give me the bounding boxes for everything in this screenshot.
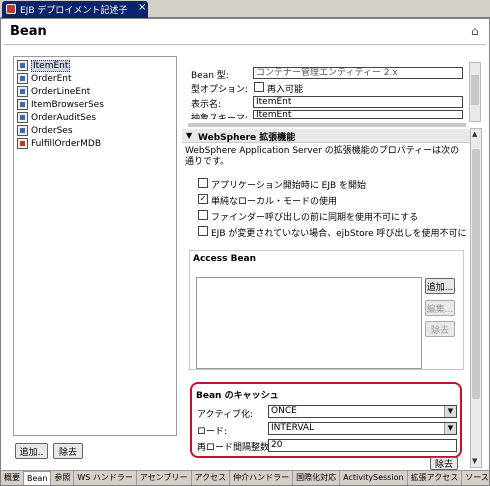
- disable-sync-label: ファインダー呼び出しの前に同期を使用不可にする: [211, 213, 419, 223]
- tab-source[interactable]: ソース: [462, 471, 490, 485]
- tab-activity-session[interactable]: ActivitySession: [340, 471, 408, 485]
- access-bean-list[interactable]: [196, 277, 422, 369]
- list-item[interactable]: OrderEnt: [17, 72, 72, 85]
- page-title: Bean: [10, 24, 47, 39]
- activate-label: アクティブ化:: [197, 410, 254, 420]
- load-select[interactable]: INTERVAL ▼: [268, 422, 457, 435]
- scroll-thumb[interactable]: [471, 75, 479, 105]
- websphere-section-header[interactable]: ▼ WebSphere 拡張機能: [182, 129, 470, 143]
- type-option-label: 型オプション:: [191, 85, 249, 95]
- session-bean-icon: [17, 125, 28, 136]
- activate-select[interactable]: ONCE ▼: [268, 405, 457, 418]
- list-item[interactable]: OrderSes: [17, 124, 73, 137]
- access-bean-title: Access Bean: [193, 254, 257, 264]
- reentrant-label: 再入可能: [267, 85, 304, 95]
- collapse-triangle-icon[interactable]: ▼: [186, 131, 192, 140]
- session-bean-icon: [17, 99, 28, 110]
- tab-internationalization[interactable]: 国際化対応: [293, 471, 341, 485]
- add-access-bean-button[interactable]: 追加...: [425, 278, 455, 294]
- tab-access[interactable]: アクセス: [192, 471, 231, 485]
- reload-interval-label: 再ロード間隔整数:: [197, 443, 273, 453]
- close-icon[interactable]: ×: [138, 2, 146, 13]
- editor-tab[interactable]: EJB デプロイメント記述子 ×: [2, 1, 148, 18]
- tab-bean[interactable]: Bean: [24, 471, 52, 485]
- entity-bean-icon: [17, 60, 28, 71]
- start-ejb-checkbox[interactable]: [198, 178, 208, 188]
- scroll-up-icon[interactable]: ▲: [472, 130, 477, 138]
- bean-list[interactable]: ItemEnt OrderEnt OrderLineEnt ItemBrowse…: [13, 56, 177, 436]
- reentrant-checkbox[interactable]: [254, 82, 264, 92]
- local-mode-checkbox[interactable]: ✓: [198, 194, 208, 204]
- details-scrollbar[interactable]: ▲ ▼: [470, 128, 482, 468]
- add-bean-button[interactable]: 追加..: [15, 443, 48, 459]
- list-item[interactable]: ItemEnt: [17, 59, 71, 72]
- bean-cache-title: Bean のキャッシュ: [196, 391, 279, 401]
- chevron-down-icon[interactable]: ▼: [444, 406, 456, 417]
- edit-access-bean-button[interactable]: 編集...: [425, 300, 455, 316]
- start-ejb-label: アプリケーション開始時に EJB を開始: [211, 181, 367, 191]
- tab-mediation-handler[interactable]: 仲介ハンドラー: [230, 471, 294, 485]
- list-item[interactable]: OrderLineEnt: [17, 85, 90, 98]
- tab-extended-access[interactable]: 拡張アクセス: [408, 471, 463, 485]
- tab-references[interactable]: 参照: [51, 471, 75, 485]
- home-icon[interactable]: ⌂: [471, 24, 485, 38]
- entity-bean-icon: [17, 86, 28, 97]
- scroll-down-icon[interactable]: ▼: [472, 457, 477, 465]
- disable-ejbstore-checkbox[interactable]: [198, 226, 208, 236]
- disable-sync-checkbox[interactable]: [198, 210, 208, 220]
- editor-tab-label: EJB デプロイメント記述子: [20, 6, 128, 16]
- remove-cache-button[interactable]: 除去: [430, 457, 458, 470]
- scroll-thumb[interactable]: [472, 149, 480, 399]
- ejb-editor-icon: [6, 4, 16, 14]
- display-name-field[interactable]: ItemEnt: [253, 96, 463, 108]
- reload-interval-field[interactable]: 20: [268, 439, 457, 452]
- tab-ws-handler[interactable]: WS ハンドラー: [74, 471, 137, 485]
- local-mode-label: 単純なローカル・モードの使用: [211, 197, 338, 207]
- session-bean-icon: [17, 112, 28, 123]
- tab-assembly[interactable]: アセンブリー: [137, 471, 192, 485]
- bean-type-field: コンテナー管理エンティティー 2.x: [253, 67, 463, 79]
- bean-type-label: Bean 型:: [191, 71, 229, 81]
- sash-divider[interactable]: [188, 123, 466, 127]
- list-item[interactable]: FulfillOrderMDB: [17, 137, 101, 150]
- page-tabs: 概要 Bean 参照 WS ハンドラー アセンブリー アクセス 仲介ハンドラー …: [1, 470, 489, 485]
- chevron-down-icon[interactable]: ▼: [444, 423, 456, 434]
- list-item[interactable]: OrderAuditSes: [17, 111, 96, 124]
- tab-overview[interactable]: 概要: [1, 471, 24, 485]
- list-item[interactable]: ItemBrowserSes: [17, 98, 104, 111]
- title-divider: [4, 44, 486, 45]
- load-label: ロード:: [197, 427, 228, 437]
- websphere-description: WebSphere Application Server の拡張機能のプロパティ…: [185, 146, 460, 167]
- message-bean-icon: [17, 138, 28, 149]
- abstract-schema-field[interactable]: ItemEnt: [253, 110, 463, 119]
- display-name-label: 表示名:: [191, 100, 222, 110]
- remove-access-bean-button[interactable]: 除去: [425, 321, 455, 337]
- entity-bean-icon: [17, 73, 28, 84]
- properties-scrollbar[interactable]: [469, 62, 481, 122]
- abstract-schema-label: 抽象スキーマ:: [191, 114, 249, 119]
- remove-bean-button[interactable]: 除去: [53, 443, 83, 459]
- disable-ejbstore-label: EJB が変更されていない場合、ejbStore 呼び出しを使用不可に: [211, 229, 467, 239]
